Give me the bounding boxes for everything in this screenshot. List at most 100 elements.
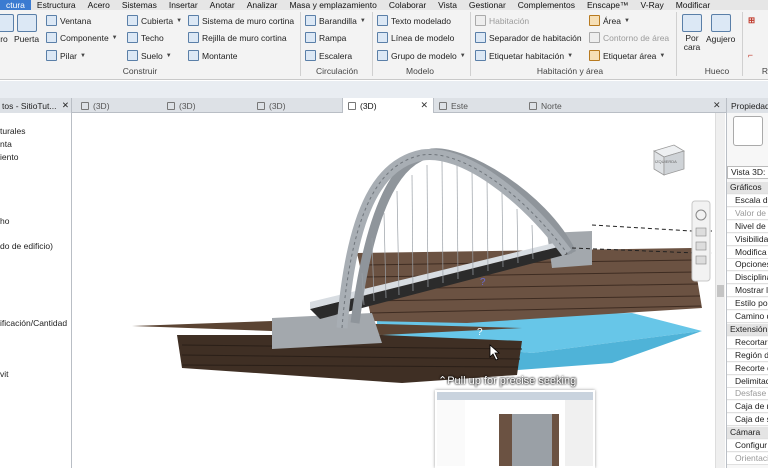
tab-este[interactable]: Este: [434, 98, 473, 113]
control-marker-icon[interactable]: ?: [477, 327, 483, 338]
group-label-modelo: Modelo: [406, 66, 434, 76]
3d-viewport[interactable]: ? ? IZQUIERDA: [72, 113, 715, 468]
property-category[interactable]: Extensión: [727, 323, 768, 336]
property-row[interactable]: Delimitad: [727, 375, 768, 388]
close-all-tabs[interactable]: ✕: [706, 98, 726, 113]
tab-3d-3[interactable]: (3D): [252, 98, 291, 113]
menu-acero[interactable]: Acero: [82, 0, 116, 10]
tree-item[interactable]: ificación/Cantidad: [0, 318, 67, 328]
componente-button[interactable]: Componente ▼: [46, 32, 118, 43]
menu-vista[interactable]: Vista: [432, 0, 463, 10]
ventana-button[interactable]: Ventana: [46, 15, 91, 26]
type-selector[interactable]: Vista 3D: (: [727, 166, 768, 179]
group-label-r: R: [761, 66, 768, 76]
property-category[interactable]: Cámara: [727, 427, 768, 440]
viewport-scrollbar[interactable]: [715, 113, 725, 468]
property-row[interactable]: Orientaci: [727, 452, 768, 465]
tree-item[interactable]: ho: [0, 216, 9, 226]
rampa-button[interactable]: Rampa: [305, 32, 346, 43]
escalera-button[interactable]: Escalera: [305, 50, 352, 61]
property-row[interactable]: Desfase d: [727, 388, 768, 401]
menu-analizar[interactable]: Analizar: [241, 0, 284, 10]
texto-modelado-button[interactable]: Texto modelado: [377, 15, 451, 26]
close-icon[interactable]: ✕: [420, 100, 428, 111]
property-row[interactable]: Opciones: [727, 259, 768, 272]
area-icon: [589, 15, 600, 26]
menu-modificar[interactable]: Modificar: [670, 0, 716, 10]
property-row[interactable]: Valor de e: [727, 207, 768, 220]
extra-tool-icon[interactable]: ⊞: [748, 15, 755, 26]
cubierta-button[interactable]: Cubierta ▼: [127, 15, 182, 26]
control-marker-icon[interactable]: ?: [480, 277, 486, 288]
rejilla-muro-cortina-button[interactable]: Rejilla de muro cortina: [188, 32, 287, 43]
menu-vray[interactable]: V-Ray: [635, 0, 670, 10]
tab-3d-2[interactable]: (3D): [162, 98, 201, 113]
separador-habitacion-button[interactable]: Separador de habitación: [475, 32, 582, 43]
menu-sistemas[interactable]: Sistemas: [116, 0, 163, 10]
agujero-button[interactable]: Agujero: [706, 14, 735, 44]
area-button[interactable]: Área ▼: [589, 15, 630, 26]
tab-3d-active[interactable]: (3D) ✕: [342, 98, 434, 113]
close-icon[interactable]: ✕: [713, 100, 721, 111]
property-row[interactable]: Mostrar l: [727, 285, 768, 298]
tab-3d-1[interactable]: (3D): [76, 98, 115, 113]
property-row[interactable]: Disciplina: [727, 272, 768, 285]
property-row[interactable]: Nivel de d: [727, 220, 768, 233]
property-row[interactable]: Región d: [727, 349, 768, 362]
habitacion-button[interactable]: Habitación: [475, 15, 529, 26]
menu-insertar[interactable]: Insertar: [163, 0, 204, 10]
tree-item[interactable]: do de edificio): [0, 241, 53, 251]
muro-button[interactable]: ro: [0, 14, 14, 44]
property-row[interactable]: Recorte d: [727, 362, 768, 375]
close-icon[interactable]: ✕: [62, 100, 69, 111]
menu-enscape[interactable]: Enscape™: [581, 0, 635, 10]
tree-item[interactable]: iento: [0, 152, 18, 162]
property-row[interactable]: Modifica: [727, 246, 768, 259]
contorno-area-button[interactable]: Contorno de área: [589, 32, 669, 43]
pilar-button[interactable]: Pilar ▼: [46, 50, 86, 61]
group-separator: [676, 12, 677, 76]
etiquetar-area-button[interactable]: Etiquetar área ▼: [589, 50, 665, 61]
barandilla-button[interactable]: Barandilla ▼: [305, 15, 366, 26]
tree-item[interactable]: vit: [0, 369, 9, 379]
tab-norte[interactable]: Norte: [524, 98, 567, 113]
menu-complementos[interactable]: Complementos: [512, 0, 581, 10]
chevron-down-icon: ▼: [359, 17, 366, 24]
property-row[interactable]: Visibilida: [727, 233, 768, 246]
property-row[interactable]: Estilo por: [727, 298, 768, 311]
menu-estructura[interactable]: Estructura: [31, 0, 82, 10]
property-category[interactable]: Gráficos: [727, 182, 768, 194]
por-cara-button[interactable]: Por cara: [681, 14, 703, 52]
property-row[interactable]: Escala de: [727, 194, 768, 207]
elevation-icon: [439, 101, 447, 110]
menu-anotar[interactable]: Anotar: [204, 0, 241, 10]
montante-button[interactable]: Montante: [188, 50, 237, 61]
sistema-muro-cortina-button[interactable]: Sistema de muro cortina: [188, 15, 294, 26]
property-row[interactable]: Caja de r: [727, 401, 768, 414]
tab-label: (3D): [360, 100, 377, 111]
etiquetar-habitacion-button[interactable]: Etiquetar habitación ▼: [475, 50, 573, 61]
grupo-modelo-button[interactable]: Grupo de modelo ▼: [377, 50, 466, 61]
property-row[interactable]: Recortar: [727, 336, 768, 349]
property-row[interactable]: Camino d: [727, 311, 768, 323]
menu-colaborar[interactable]: Colaborar: [383, 0, 432, 10]
suelo-button[interactable]: Suelo ▼: [127, 50, 172, 61]
scrollbar-thumb[interactable]: [717, 285, 724, 297]
menu-arquitectura[interactable]: ctura: [0, 0, 31, 10]
menu-masa[interactable]: Masa y emplazamiento: [283, 0, 382, 10]
texto-modelado-label: Texto modelado: [391, 15, 452, 26]
pilar-label: Pilar: [60, 50, 78, 61]
property-row[interactable]: Caja de s: [727, 414, 768, 427]
navigation-bar[interactable]: [691, 200, 711, 282]
menu-gestionar[interactable]: Gestionar: [463, 0, 512, 10]
techo-button[interactable]: Techo: [127, 32, 164, 43]
cube-icon: [167, 101, 175, 110]
wall-opening-icon[interactable]: ⌐: [748, 50, 753, 60]
tree-item[interactable]: turales: [0, 126, 26, 136]
seek-preview-thumbnail[interactable]: [435, 390, 595, 468]
puerta-button[interactable]: Puerta: [14, 14, 39, 44]
property-row[interactable]: Configur: [727, 440, 768, 452]
barandilla-label: Barandilla: [319, 15, 357, 26]
tree-item[interactable]: nta: [0, 139, 12, 149]
linea-modelo-button[interactable]: Línea de modelo: [377, 32, 454, 43]
